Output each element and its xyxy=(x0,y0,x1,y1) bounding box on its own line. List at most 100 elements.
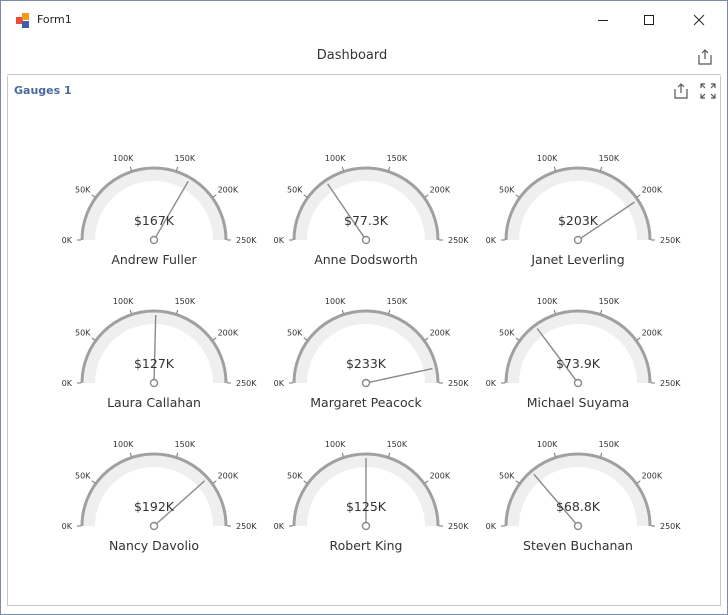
gauge-pivot xyxy=(361,521,371,531)
gauge-pivot xyxy=(149,378,159,388)
gauge-tick xyxy=(341,166,344,171)
gauge-pivot xyxy=(573,235,583,245)
gauge[interactable]: 0K 50K 100K 150K 200K 250K $68.8K Steven Buchan… xyxy=(486,440,682,553)
gauge-pivot xyxy=(361,235,371,245)
gauge-pivot xyxy=(361,378,371,388)
gauge-tick xyxy=(303,480,308,484)
gauge-tick-label: 0K xyxy=(486,379,497,388)
gauge-tick-label: 150K xyxy=(175,440,196,449)
gauge-tick xyxy=(388,452,391,457)
gauge-tick-label: 250K xyxy=(236,522,257,531)
gauge-tick-label: 0K xyxy=(274,522,285,531)
gauge-tick xyxy=(600,452,603,457)
gauge-tick-label: 0K xyxy=(62,522,73,531)
gauge-tick-label: 0K xyxy=(62,236,73,245)
title-bar[interactable]: Form1 xyxy=(1,1,727,39)
gauge-tick-label: 50K xyxy=(287,328,303,337)
gauge-tick xyxy=(303,337,308,341)
gauge-tick-label: 200K xyxy=(642,185,663,194)
gauge-tick-label: 150K xyxy=(599,154,620,163)
gauge-tick xyxy=(91,194,96,198)
gauge-tick-label: 50K xyxy=(75,471,91,480)
gauge-name-label: Laura Callahan xyxy=(107,395,201,410)
dashboard-title: Dashboard xyxy=(316,48,388,63)
gauge-tick-label: 200K xyxy=(430,185,451,194)
gauge-tick xyxy=(129,309,132,314)
gauge-tick-label: 200K xyxy=(430,328,451,337)
gauge-tick xyxy=(341,452,344,457)
gauge-tick xyxy=(636,337,641,341)
gauge-needle xyxy=(536,328,577,381)
gauge-tick xyxy=(636,194,641,198)
gauge-tick-label: 100K xyxy=(325,440,346,449)
gauge-tick xyxy=(600,166,603,171)
gauge-tick xyxy=(424,194,429,198)
gauge-tick xyxy=(176,309,179,314)
gauge-tick-label: 100K xyxy=(113,440,134,449)
gauge-name-label: Janet Leverling xyxy=(530,252,624,267)
gauge-tick xyxy=(212,194,217,198)
export-icon[interactable] xyxy=(695,47,715,67)
gauge-pivot xyxy=(573,378,583,388)
gauge-needle xyxy=(155,180,189,237)
gauge-tick-label: 50K xyxy=(287,471,303,480)
gauge-tick-label: 250K xyxy=(448,522,469,531)
gauge-tick xyxy=(91,480,96,484)
gauge[interactable]: 0K 50K 100K 150K 200K 250K $127K Laura Callahan xyxy=(62,297,258,410)
gauge[interactable]: 0K 50K 100K 150K 200K 250K $192K Nancy Davolio xyxy=(62,440,258,553)
gauge-tick xyxy=(388,166,391,171)
gauge-tick-label: 200K xyxy=(642,471,663,480)
gauge-value-label: $203K xyxy=(558,213,599,228)
gauge-tick-label: 0K xyxy=(62,379,73,388)
gauge-tick-label: 250K xyxy=(660,236,681,245)
gauge-band xyxy=(507,312,649,383)
gauge-value-label: $68.8K xyxy=(556,499,601,514)
gauge-value-label: $125K xyxy=(346,499,387,514)
window-title: Form1 xyxy=(37,13,72,26)
close-icon xyxy=(693,14,705,26)
gauge-tick xyxy=(636,480,641,484)
gauge[interactable]: 0K 50K 100K 150K 200K 250K $203K Janet Leverlin… xyxy=(486,154,682,267)
gauge-tick-label: 250K xyxy=(448,236,469,245)
gauge-tick-label: 50K xyxy=(499,471,515,480)
gauge[interactable]: 0K 50K 100K 150K 200K 250K $77.3K Anne Dodswort… xyxy=(274,154,470,267)
gauge-tick-label: 200K xyxy=(218,328,239,337)
gauge-tick xyxy=(424,480,429,484)
gauge-tick-label: 50K xyxy=(75,328,91,337)
gauge[interactable]: 0K 50K 100K 150K 200K 250K $73.9K Michael Suyam… xyxy=(486,297,682,410)
gauge-tick-label: 50K xyxy=(499,328,515,337)
gauge-pivot xyxy=(573,521,583,531)
gauge-tick-label: 200K xyxy=(430,471,451,480)
gauge-tick-label: 150K xyxy=(599,297,620,306)
gauge-tick-label: 150K xyxy=(175,297,196,306)
gauge-band xyxy=(83,169,225,240)
gauge-tick xyxy=(129,166,132,171)
gauge-name-label: Michael Suyama xyxy=(527,395,630,410)
gauge-tick xyxy=(129,452,132,457)
gauge-tick-label: 0K xyxy=(486,236,497,245)
gauge-tick-label: 100K xyxy=(113,297,134,306)
gauge-tick-label: 200K xyxy=(218,471,239,480)
minimize-button[interactable] xyxy=(580,1,626,39)
gauge-tick-label: 50K xyxy=(287,185,303,194)
gauge-tick xyxy=(176,452,179,457)
app-window: Form1 Dashboard Gauges 1 0K 50K 100K 150… xyxy=(0,0,728,615)
gauge-tick-label: 100K xyxy=(537,297,558,306)
gauge-tick xyxy=(515,337,520,341)
gauge-tick xyxy=(388,309,391,314)
maximize-window-button[interactable] xyxy=(626,1,672,39)
gauge[interactable]: 0K 50K 100K 150K 200K 250K $167K Andrew Fuller xyxy=(62,154,258,267)
gauge-tick-label: 100K xyxy=(325,297,346,306)
gauge-name-label: Nancy Davolio xyxy=(109,538,199,553)
gauge-tick-label: 100K xyxy=(113,154,134,163)
gauge[interactable]: 0K 50K 100K 150K 200K 250K $233K Margaret Peaco… xyxy=(274,297,470,410)
gauge[interactable]: 0K 50K 100K 150K 200K 250K $125K Robert King xyxy=(274,440,470,553)
gauge-tick-label: 150K xyxy=(387,154,408,163)
close-window-button[interactable] xyxy=(676,1,722,39)
dashboard-header: Dashboard xyxy=(7,39,721,75)
gauge-tick xyxy=(91,337,96,341)
gauge-tick-label: 250K xyxy=(236,236,257,245)
gauge-tick xyxy=(341,309,344,314)
gauge-tick-label: 250K xyxy=(660,522,681,531)
gauge-value-label: $127K xyxy=(134,356,175,371)
